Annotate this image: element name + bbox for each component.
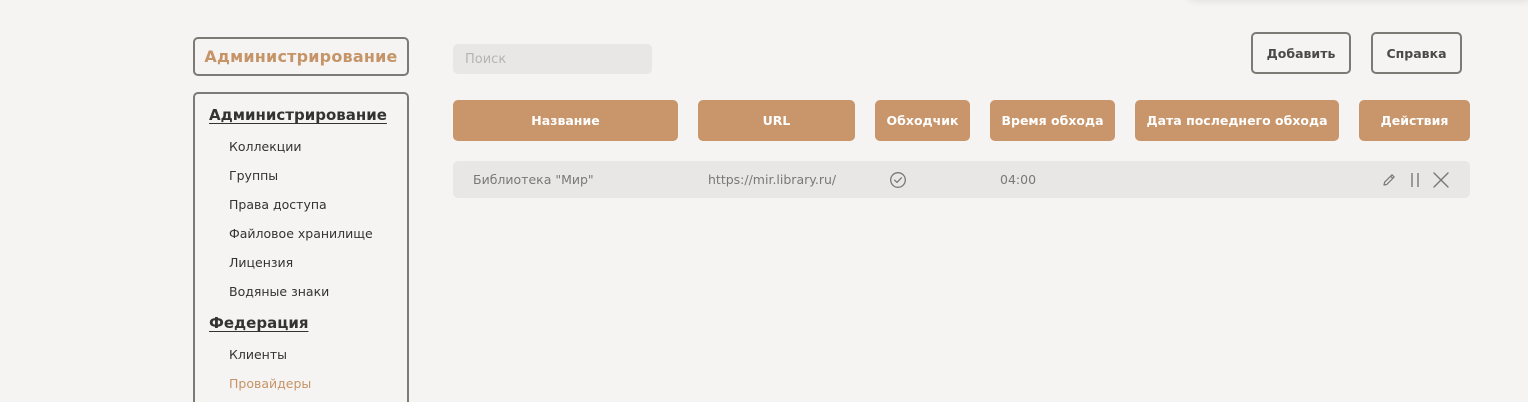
section-title-box: Администрирование — [193, 37, 409, 76]
table-row[interactable]: Библиотека "Мир" https://mir.library.ru/… — [453, 161, 1470, 198]
column-header-actions: Действия — [1359, 100, 1470, 141]
column-header-crawl-time[interactable]: Время обхода — [990, 100, 1115, 141]
sidebar-item-providers[interactable]: Провайдеры — [229, 376, 311, 391]
cell-name: Библиотека "Мир" — [473, 172, 594, 187]
pencil-icon — [1383, 173, 1395, 186]
edit-button[interactable] — [1379, 161, 1399, 198]
sidebar-item-groups[interactable]: Группы — [229, 168, 278, 183]
close-icon — [1433, 171, 1449, 188]
sidebar-section-federation[interactable]: Федерация — [209, 314, 308, 332]
add-button[interactable]: Добавить — [1251, 32, 1351, 74]
pause-icon — [1411, 172, 1419, 187]
pause-button[interactable] — [1405, 161, 1425, 198]
sidebar-item-license[interactable]: Лицензия — [229, 255, 293, 270]
sidebar-section-administration[interactable]: Администрирование — [209, 106, 387, 124]
sidebar-item-file-storage[interactable]: Файловое хранилище — [229, 226, 373, 241]
delete-button[interactable] — [1431, 161, 1451, 198]
cell-crawl-time: 04:00 — [1000, 172, 1037, 187]
sidebar-item-watermarks[interactable]: Водяные знаки — [229, 284, 329, 299]
cell-url: https://mir.library.ru/ — [708, 172, 837, 187]
page: Администрирование Администрирование Колл… — [0, 0, 1528, 402]
sidebar-item-collections[interactable]: Коллекции — [229, 139, 302, 154]
sidebar-item-access-rights[interactable]: Права доступа — [229, 197, 327, 212]
check-circle-icon — [890, 171, 906, 188]
search-input[interactable] — [453, 44, 652, 74]
help-button[interactable]: Справка — [1371, 32, 1462, 74]
cell-crawler — [889, 161, 907, 198]
column-header-url[interactable]: URL — [698, 100, 855, 141]
column-header-last-crawl-date[interactable]: Дата последнего обхода — [1135, 100, 1339, 141]
column-header-crawler[interactable]: Обходчик — [875, 100, 970, 141]
sidebar: Администрирование Коллекции Группы Права… — [193, 92, 409, 402]
sidebar-item-clients[interactable]: Клиенты — [229, 347, 287, 362]
column-header-name[interactable]: Название — [453, 100, 678, 141]
